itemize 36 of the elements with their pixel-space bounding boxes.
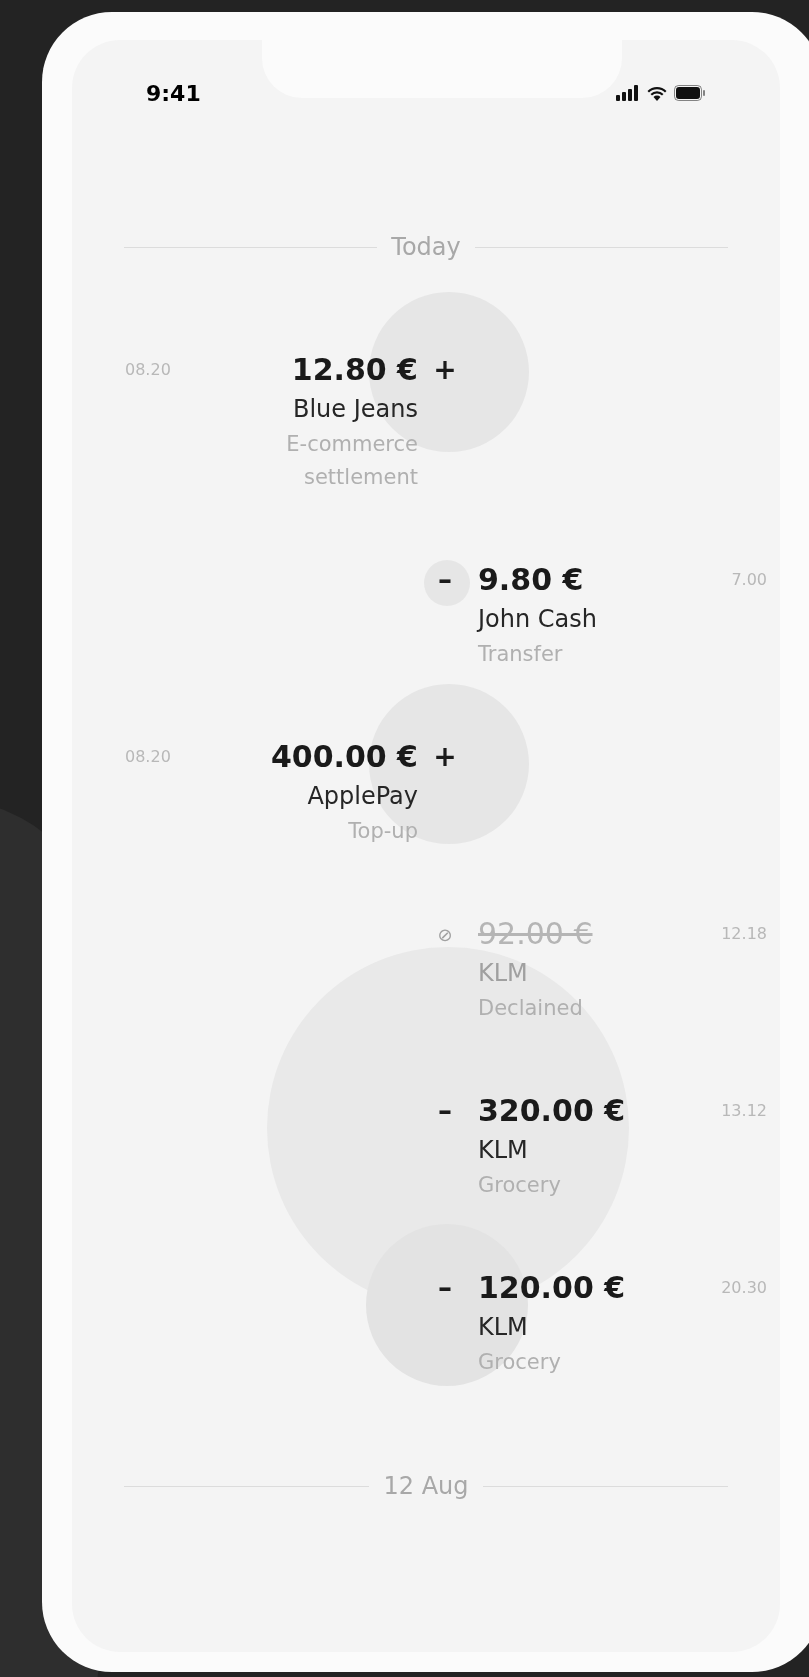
transaction-description: Declained <box>478 995 583 1022</box>
transaction-description: E-commerce settlement <box>285 431 418 491</box>
date-label: 12 Aug <box>383 1471 469 1502</box>
merchant-name: John Cash <box>478 604 597 635</box>
battery-icon <box>674 85 706 101</box>
sign: – <box>438 562 452 598</box>
wifi-icon <box>646 85 668 101</box>
sign: – <box>438 1270 452 1306</box>
transaction-time: 08.20 <box>125 359 172 381</box>
transaction-description: Grocery <box>478 1172 561 1199</box>
merchant-name: KLM <box>478 1135 528 1166</box>
amount: 9.80 € <box>478 561 584 599</box>
transaction-time: 08.20 <box>125 746 172 768</box>
transaction-description: Transfer <box>478 641 563 668</box>
merchant-name: ApplePay <box>307 781 418 812</box>
merchant-name: Blue Jeans <box>293 394 418 425</box>
amount: 92.00 € <box>478 915 593 953</box>
transaction-time: 7.00 <box>730 569 767 591</box>
amount: 120.00 € <box>478 1269 626 1307</box>
date-label: Today <box>391 232 461 263</box>
sign: ⊘ <box>437 922 453 947</box>
merchant-name: KLM <box>478 958 528 989</box>
transaction-description: Top-up <box>348 818 418 845</box>
sign: + <box>433 352 457 388</box>
amount: 320.00 € <box>478 1092 626 1130</box>
merchant-name: KLM <box>478 1312 528 1343</box>
transaction-time: 20.30 <box>720 1277 767 1299</box>
sign: + <box>433 739 457 775</box>
transaction-time: 12.18 <box>720 923 767 945</box>
sign: – <box>438 1093 452 1129</box>
transaction-description: Grocery <box>478 1349 561 1376</box>
status-time: 9:41 <box>146 79 201 108</box>
transaction-time: 13.12 <box>720 1100 767 1122</box>
signal-icon <box>616 85 640 101</box>
amount: 400.00 € <box>270 738 418 776</box>
amount: 12.80 € <box>291 351 418 389</box>
